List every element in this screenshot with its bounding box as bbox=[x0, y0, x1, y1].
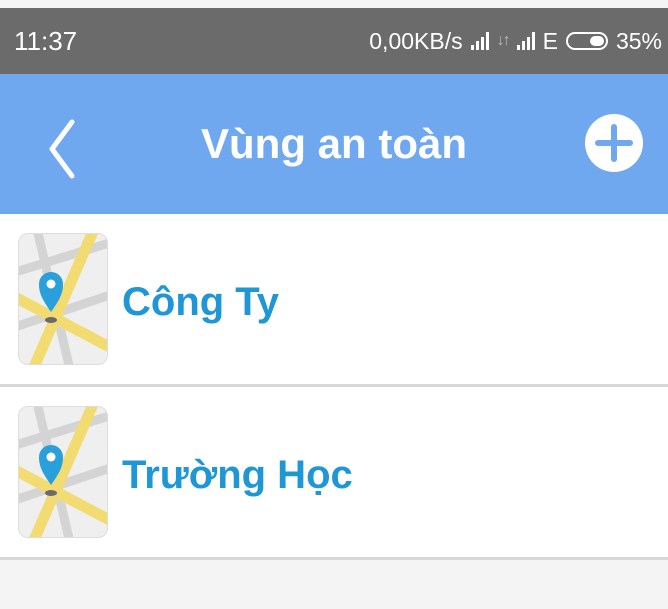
status-time: 11:37 bbox=[14, 25, 78, 56]
network-speed: 0,00KB/s bbox=[369, 27, 463, 54]
battery-percent: 35% bbox=[615, 27, 662, 54]
zone-list: Công Ty Trường Học bbox=[0, 214, 668, 560]
app-header: Vùng an toàn bbox=[0, 74, 668, 214]
battery-icon bbox=[565, 32, 608, 50]
status-bar: 11:37 0,00KB/s ↓↑ E 35% bbox=[0, 8, 668, 74]
zone-label: Công Ty bbox=[122, 280, 280, 324]
app-screen: 11:37 0,00KB/s ↓↑ E 35% Vùng an toàn Côn… bbox=[0, 0, 668, 609]
map-pin-icon bbox=[18, 406, 108, 538]
add-zone-button[interactable] bbox=[585, 114, 643, 172]
signal-icon bbox=[470, 32, 489, 50]
zone-item-cong-ty[interactable]: Công Ty bbox=[0, 214, 668, 387]
page-title: Vùng an toàn bbox=[201, 120, 467, 167]
data-transfer-icon: ↓↑ bbox=[496, 32, 511, 49]
signal-icon-secondary bbox=[516, 32, 535, 50]
zone-item-truong-hoc[interactable]: Trường Học bbox=[0, 387, 668, 560]
status-icons: 0,00KB/s ↓↑ E 35% bbox=[369, 28, 662, 55]
network-type: E bbox=[542, 27, 558, 54]
plus-circle-icon bbox=[595, 124, 633, 162]
map-pin-icon bbox=[18, 233, 108, 365]
zone-label: Trường Học bbox=[122, 453, 353, 497]
